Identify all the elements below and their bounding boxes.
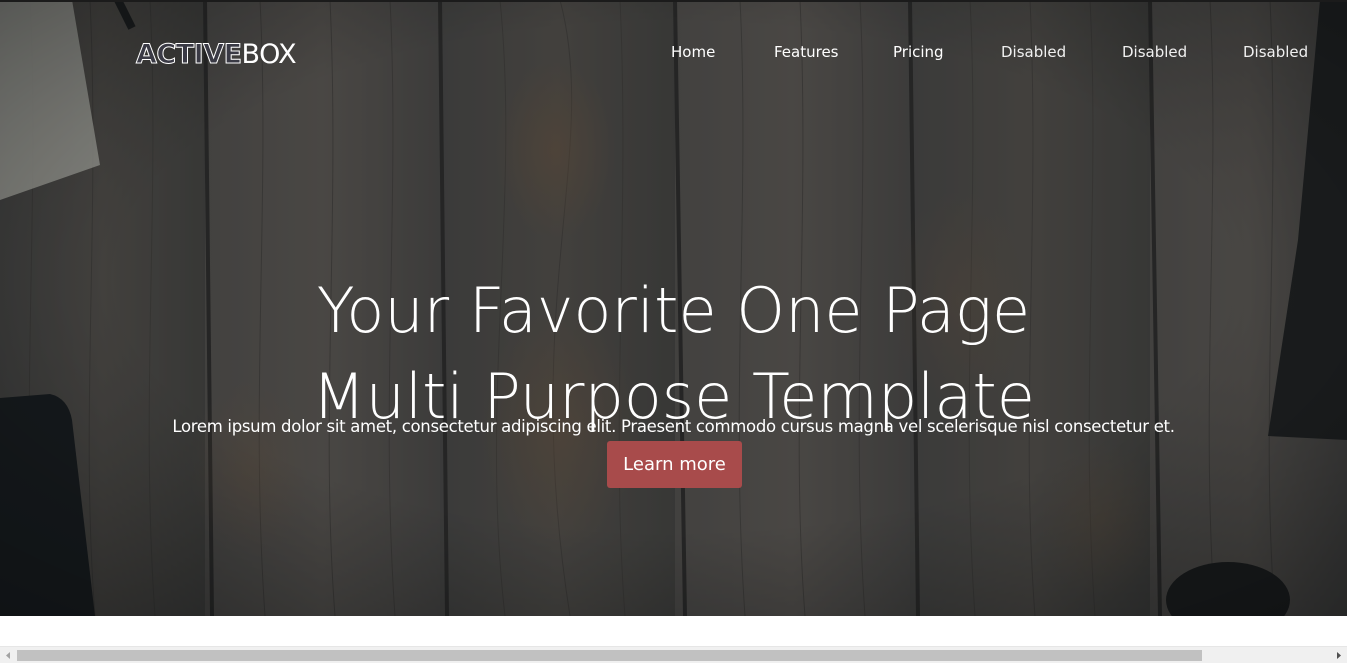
hero-subtitle: Lorem ipsum dolor sit amet, consectetur …	[172, 416, 1175, 436]
nav-item-disabled-2[interactable]: Disabled	[1122, 43, 1187, 61]
nav-item-features[interactable]: Features	[774, 43, 839, 61]
hero-section: ACTIVEBOX Home Features Pricing Disabled…	[0, 0, 1347, 616]
learn-more-button[interactable]: Learn more	[607, 441, 742, 488]
main-nav: Home Features Pricing Disabled Disabled …	[0, 43, 1347, 63]
hero-title-line-1: Your Favorite One Page	[316, 273, 1031, 347]
top-border	[0, 0, 1347, 2]
scrollbar-thumb[interactable]	[17, 650, 1202, 661]
nav-item-disabled-3[interactable]: Disabled	[1243, 43, 1308, 61]
page: ACTIVEBOX Home Features Pricing Disabled…	[0, 0, 1347, 663]
horizontal-scrollbar[interactable]	[0, 646, 1347, 663]
nav-item-home[interactable]: Home	[671, 43, 715, 61]
chevron-left-icon[interactable]	[0, 647, 17, 663]
nav-item-pricing[interactable]: Pricing	[893, 43, 944, 61]
nav-item-disabled-1[interactable]: Disabled	[1001, 43, 1066, 61]
chevron-right-icon[interactable]	[1330, 647, 1347, 663]
